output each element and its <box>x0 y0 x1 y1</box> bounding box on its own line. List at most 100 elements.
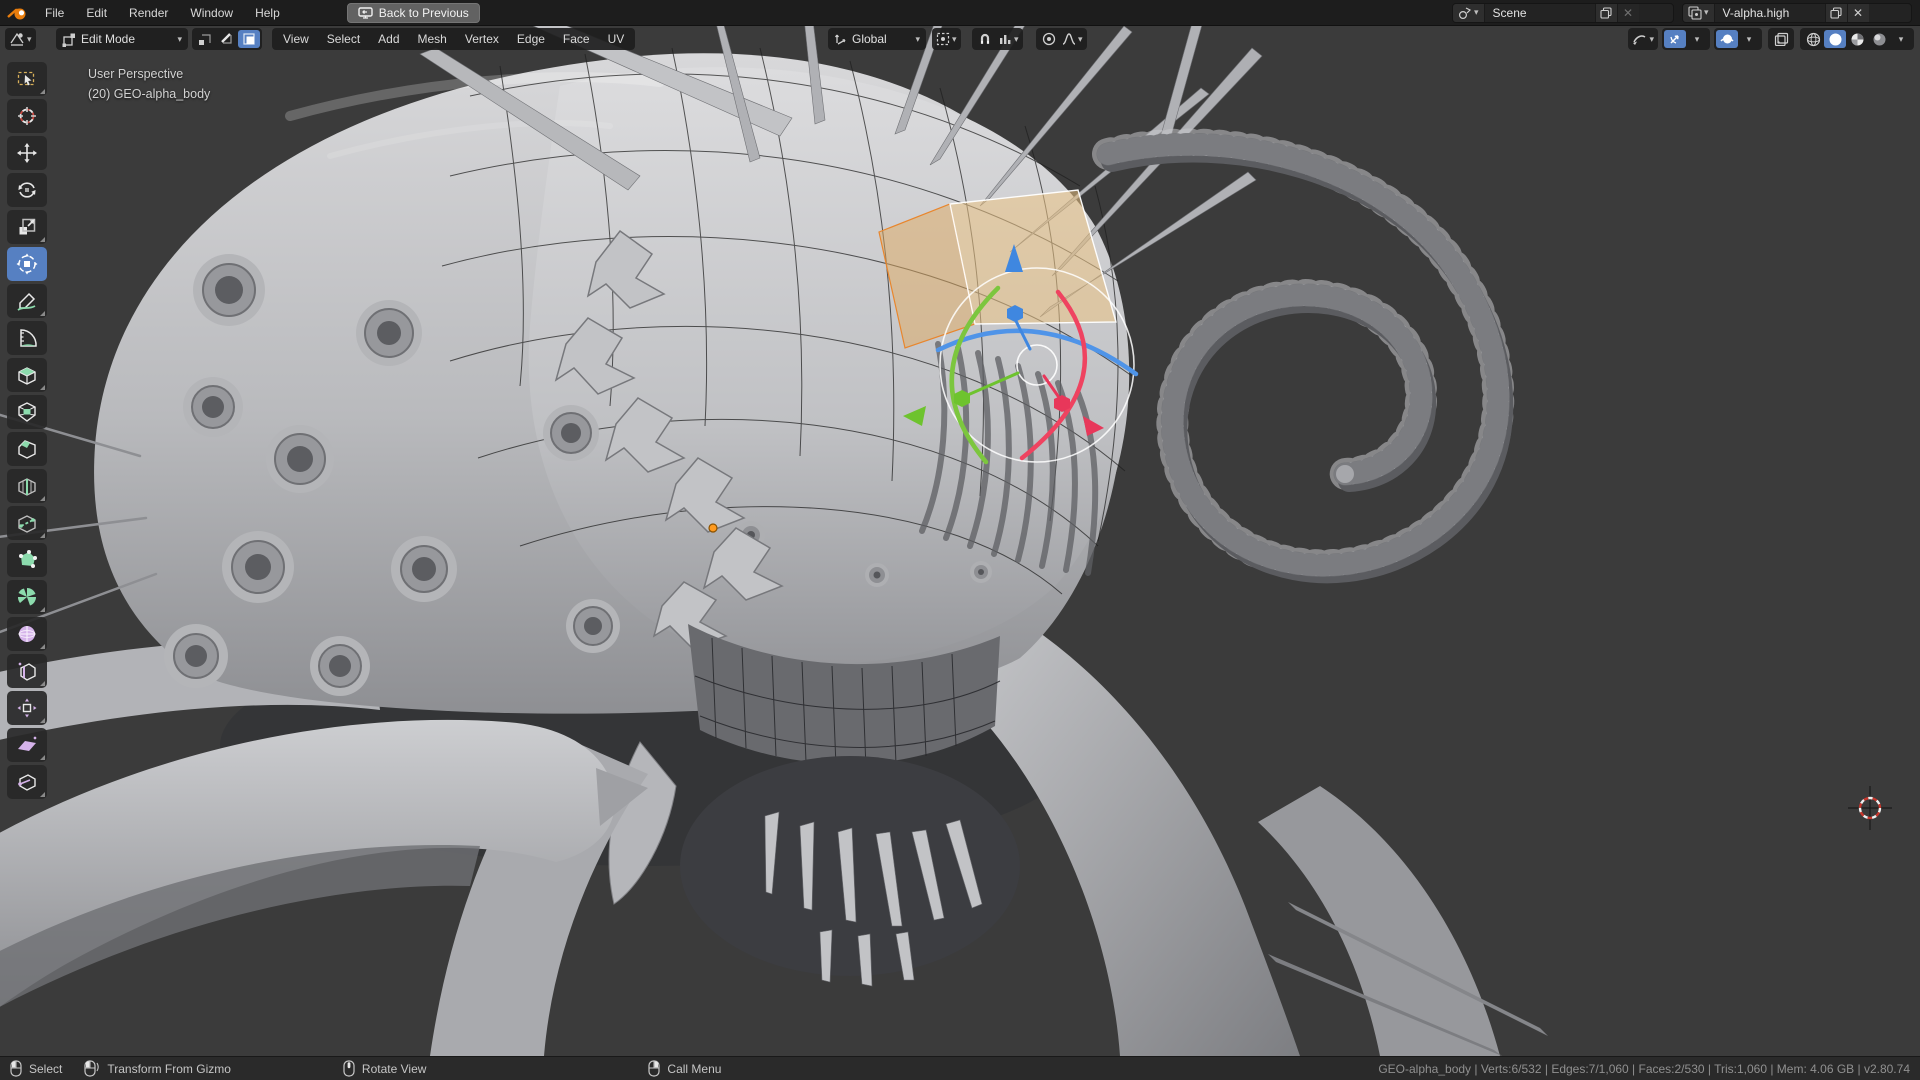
tool-knife[interactable] <box>7 506 47 540</box>
select-mode-vertex-button[interactable] <box>194 30 216 48</box>
snap-increment-icon <box>998 32 1012 46</box>
shading-options-dropdown[interactable]: ▾ <box>1890 30 1912 48</box>
tool-extrude-region[interactable] <box>7 358 47 392</box>
scene-statistics: GEO-alpha_body | Verts:6/532 | Edges:7/1… <box>1378 1062 1910 1076</box>
viewport-menu-face[interactable]: Face <box>554 28 599 50</box>
shading-rendered-button[interactable] <box>1868 30 1890 48</box>
menu-window[interactable]: Window <box>179 0 244 26</box>
shading-solid-button[interactable] <box>1824 30 1846 48</box>
shading-wireframe-button[interactable] <box>1802 30 1824 48</box>
chevron-down-icon: ▾ <box>1078 35 1083 44</box>
tool-shrink-fatten[interactable] <box>7 691 47 725</box>
active-object-label: (20) GEO-alpha_body <box>88 84 210 104</box>
hint-label: Select <box>29 1062 62 1076</box>
tool-spin[interactable] <box>7 580 47 614</box>
hint-transform-from-gizmo: Transform From Gizmo <box>84 1060 231 1077</box>
pivot-point-selector[interactable]: ▾ <box>932 28 961 50</box>
tool-shear[interactable] <box>7 728 47 762</box>
tool-loop-cut[interactable] <box>7 469 47 503</box>
hint-select: Select <box>10 1060 62 1077</box>
show-gizmo-icon <box>1668 32 1682 46</box>
bevel-icon <box>16 438 38 460</box>
gizmo-options-dropdown[interactable]: ▾ <box>1628 28 1658 50</box>
back-to-previous-button[interactable]: Back to Previous <box>347 3 480 23</box>
poly-build-icon <box>16 549 38 571</box>
tool-edge-slide[interactable] <box>7 654 47 688</box>
mode-selector[interactable]: Edit Mode ▾ <box>56 28 188 50</box>
mouse-right-icon <box>648 1060 660 1077</box>
viewport-menu-uv[interactable]: UV <box>599 28 634 50</box>
tail-spiral <box>1108 144 1502 572</box>
xray-toggle[interactable] <box>1768 28 1794 50</box>
tool-rotate[interactable] <box>7 173 47 207</box>
mouse-left-drag-icon <box>84 1060 100 1077</box>
mouse-middle-icon <box>343 1060 355 1077</box>
show-overlays-dropdown[interactable]: ▾ <box>1738 30 1760 48</box>
viewport-menu-add[interactable]: Add <box>369 28 408 50</box>
view-layer-copy-button[interactable] <box>1825 4 1847 22</box>
transform-orientation-selector[interactable]: Global ▾ <box>828 28 926 50</box>
gizmo-swoosh-icon <box>1632 32 1647 46</box>
scene-unlink-button[interactable]: ✕ <box>1617 4 1639 22</box>
spin-icon <box>16 586 38 608</box>
wireframe-shading-icon <box>1806 32 1821 47</box>
menu-edit[interactable]: Edit <box>75 0 118 26</box>
loop-cut-icon <box>16 475 38 497</box>
tool-inset-faces[interactable] <box>7 395 47 429</box>
magnet-icon <box>978 32 992 46</box>
viewport-menu-edge[interactable]: Edge <box>508 28 554 50</box>
chevron-down-icon: ▾ <box>1704 8 1709 17</box>
editor-type-selector[interactable]: ▾ <box>5 28 36 50</box>
tool-smooth[interactable] <box>7 617 47 651</box>
tool-annotate[interactable] <box>7 284 47 318</box>
snapping-controls: ▾ <box>972 28 1023 50</box>
tool-select-box[interactable] <box>7 62 47 96</box>
menu-render[interactable]: Render <box>118 0 179 26</box>
screen-back-icon <box>358 7 373 19</box>
view-layer-remove-button[interactable]: ✕ <box>1847 4 1869 22</box>
show-gizmo-dropdown[interactable]: ▾ <box>1686 30 1708 48</box>
select-mode-face-button[interactable] <box>238 30 260 48</box>
snap-target-selector[interactable]: ▾ <box>996 30 1021 48</box>
scene-selector[interactable]: ▾ Scene ✕ <box>1452 3 1674 23</box>
inset-faces-icon <box>16 401 38 423</box>
snap-toggle-button[interactable] <box>974 30 996 48</box>
3d-viewport[interactable]: ▾ Edit Mode ▾ <box>0 26 1920 1056</box>
tool-poly-build[interactable] <box>7 543 47 577</box>
vertex-select-icon <box>198 32 212 46</box>
move-tool-icon <box>16 142 38 164</box>
tool-move[interactable] <box>7 136 47 170</box>
tool-bevel[interactable] <box>7 432 47 466</box>
viewport-3d-scene[interactable] <box>0 26 1920 1056</box>
tool-measure[interactable] <box>7 321 47 355</box>
tool-shelf <box>7 62 47 799</box>
measure-tool-icon <box>16 327 38 349</box>
blender-logo[interactable] <box>0 5 34 21</box>
proportional-edit-toggle[interactable] <box>1038 30 1060 48</box>
proportional-falloff-selector[interactable]: ▾ <box>1060 30 1085 48</box>
show-overlays-controls: ▾ <box>1714 28 1762 50</box>
menu-help[interactable]: Help <box>244 0 291 26</box>
menu-file[interactable]: File <box>34 0 75 26</box>
viewport-menu-select[interactable]: Select <box>318 28 369 50</box>
xray-icon <box>1774 32 1789 46</box>
hint-rotate-view: Rotate View <box>343 1060 426 1077</box>
show-gizmo-toggle[interactable] <box>1664 30 1686 48</box>
view-layer-name: V-alpha.high <box>1715 6 1825 20</box>
solid-shading-icon <box>1828 32 1843 47</box>
viewport-menu-view[interactable]: View <box>274 28 318 50</box>
viewport-menu-mesh[interactable]: Mesh <box>409 28 456 50</box>
viewport-menu-vertex[interactable]: Vertex <box>456 28 508 50</box>
tool-transform[interactable] <box>7 247 47 281</box>
tool-cursor[interactable] <box>7 99 47 133</box>
shading-material-button[interactable] <box>1846 30 1868 48</box>
show-overlays-toggle[interactable] <box>1716 30 1738 48</box>
tool-scale[interactable] <box>7 210 47 244</box>
rendered-shading-icon <box>1872 32 1887 47</box>
chevron-down-icon: ▾ <box>1899 35 1904 44</box>
view-layer-selector[interactable]: ▾ V-alpha.high ✕ <box>1682 3 1912 23</box>
tool-rip-region[interactable] <box>7 765 47 799</box>
select-mode-edge-button[interactable] <box>216 30 238 48</box>
proportional-edit-icon <box>1042 32 1056 46</box>
scene-new-copy-button[interactable] <box>1595 4 1617 22</box>
